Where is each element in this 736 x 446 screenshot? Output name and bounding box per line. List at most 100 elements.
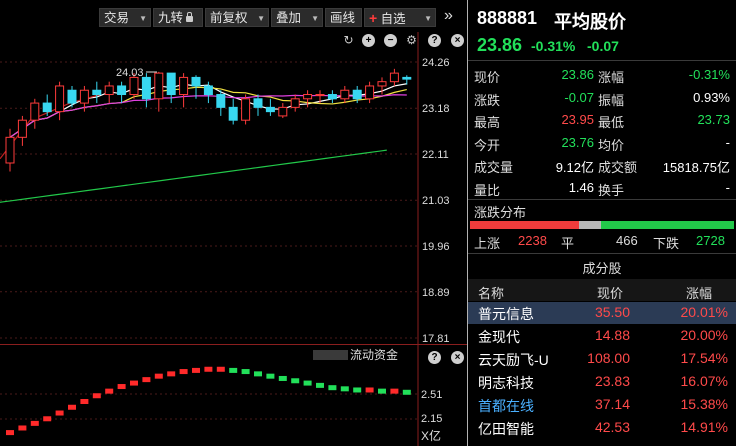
price-axis-label: 23.18 — [422, 103, 450, 115]
component-row[interactable]: 亿田智能 42.53 14.91% — [468, 417, 736, 439]
component-row[interactable]: 普元信息 35.50 20.01% — [468, 302, 736, 324]
price-axis-label: 18.89 — [422, 287, 450, 299]
help-icon[interactable]: ? — [428, 34, 441, 47]
price-axis-labels: 24.26 23.18 22.11 21.03 19.96 18.89 17.81 — [422, 57, 450, 344]
component-name: 普元信息 — [478, 306, 534, 322]
distribution-down-segment — [601, 221, 734, 229]
sub-chart-title: 流动资金 — [350, 347, 398, 362]
quote-value: 15818.75亿 — [662, 160, 730, 175]
divider — [468, 60, 736, 61]
trade-button[interactable]: 交易 ▼ — [99, 8, 151, 27]
header-name: 名称 — [478, 286, 505, 301]
stock-price: 23.86 — [477, 35, 523, 55]
candle — [365, 81, 375, 104]
flow-bar — [30, 420, 39, 426]
settings-icon[interactable]: ⚙ — [405, 34, 418, 47]
down-label: 下跌 — [653, 236, 680, 251]
chevron-down-icon: ▼ — [424, 14, 432, 23]
sub-axis-label-top: 2.51 — [421, 389, 442, 401]
candle — [55, 81, 65, 121]
close-icon[interactable]: × — [451, 351, 464, 364]
candle — [216, 90, 226, 116]
flow-bar — [18, 425, 27, 431]
candle — [141, 73, 151, 108]
price-axis-label: 17.81 — [422, 333, 450, 344]
stock-change-pct: -0.31% — [531, 38, 576, 54]
component-name: 亿田智能 — [478, 421, 534, 437]
quote-value: - — [725, 179, 730, 195]
stock-code: 888881 — [477, 8, 538, 28]
quote-value: 23.73 — [697, 112, 730, 127]
header-change: 涨幅 — [686, 286, 713, 301]
component-change: 17.54% — [680, 350, 728, 366]
draw-line-button[interactable]: 画线 — [325, 8, 362, 27]
zoom-out-icon[interactable]: − — [384, 34, 397, 47]
flow-bar — [291, 378, 300, 384]
candle — [278, 103, 288, 119]
price-axis-label: 19.96 — [422, 241, 450, 253]
quote-label: 换手 — [598, 182, 625, 198]
quote-value: -0.07 — [564, 89, 594, 105]
flow-bar — [303, 380, 312, 386]
adjust-button[interactable]: 前复权 ▼ — [205, 8, 269, 27]
component-change: 15.38% — [680, 396, 728, 412]
component-row[interactable]: 云天励飞-U 108.00 17.54% — [468, 348, 736, 370]
money-flow-chart[interactable]: 流动资金 2.51 2.15 X亿 — [0, 344, 468, 446]
component-name: 首都在线 — [478, 398, 534, 414]
stock-change: -0.07 — [587, 38, 619, 54]
stock-name: 平均股价 — [554, 12, 626, 32]
overlay-button[interactable]: 叠加 ▼ — [271, 8, 323, 27]
components-title: 成分股 — [582, 261, 622, 276]
component-change: 14.91% — [680, 419, 728, 435]
component-row[interactable]: 金现代 14.88 20.00% — [468, 325, 736, 347]
distribution-up-segment — [470, 221, 579, 229]
high-price-label: 24.03 — [116, 67, 144, 79]
component-name: 明志科技 — [478, 375, 534, 391]
flow-bar — [328, 385, 337, 391]
price-axis-label: 21.03 — [422, 195, 450, 207]
flow-bar — [390, 388, 399, 394]
quote-row: 量比 1.46 换手 - — [468, 177, 736, 199]
candlestick-chart[interactable]: 24.26 23.18 22.11 21.03 19.96 18.89 17.81 24.0… — [0, 32, 468, 344]
sub-axis-unit: X亿 — [421, 428, 441, 443]
sub-axis-label-bottom: 2.15 — [421, 413, 442, 425]
quote-row: 今开 23.76 均价 - — [468, 132, 736, 154]
quote-row: 成交量 9.12亿 成交额 15818.75亿 — [468, 154, 736, 176]
component-change: 20.00% — [680, 327, 728, 343]
candle — [402, 75, 412, 85]
flow-bars — [6, 366, 411, 436]
overlay-label: 叠加 — [276, 11, 302, 25]
flat-count: 466 — [616, 233, 638, 248]
component-row[interactable]: 首都在线 37.14 15.38% — [468, 394, 736, 416]
zoom-in-icon[interactable]: + — [362, 34, 375, 47]
component-change: 16.07% — [680, 373, 728, 389]
close-icon[interactable]: × — [451, 34, 464, 47]
quote-label: 今开 — [474, 137, 501, 153]
ma60-line — [0, 149, 387, 203]
candle — [340, 85, 350, 104]
flow-bar — [105, 388, 114, 394]
flow-bar — [229, 367, 238, 373]
flow-bar — [167, 371, 176, 377]
flow-bar — [241, 369, 250, 375]
quote-value: 0.93% — [693, 89, 730, 105]
up-count: 2238 — [518, 233, 547, 248]
candle — [117, 81, 127, 104]
distribution-bar — [470, 221, 734, 229]
quote-label: 成交额 — [598, 160, 638, 175]
nine-turn-button[interactable]: 九转 — [153, 8, 203, 27]
watchlist-button[interactable]: + 自选 ▼ — [364, 8, 436, 27]
distribution-counts: 上涨 2238 平 466 下跌 2728 — [468, 232, 736, 251]
flow-bar — [266, 373, 275, 379]
components-header: 名称 现价 涨幅 — [468, 279, 736, 301]
component-row[interactable]: 明志科技 23.83 16.07% — [468, 371, 736, 393]
double-chevron-right-icon[interactable]: » — [444, 8, 453, 24]
help-icon[interactable]: ? — [428, 351, 441, 364]
refresh-icon[interactable]: ↻ — [342, 34, 355, 47]
component-price: 42.53 — [594, 419, 630, 435]
candle — [290, 94, 300, 112]
blurred-label — [313, 350, 348, 360]
component-price: 108.00 — [587, 350, 630, 366]
candle — [303, 90, 313, 108]
flow-bar — [340, 386, 349, 392]
